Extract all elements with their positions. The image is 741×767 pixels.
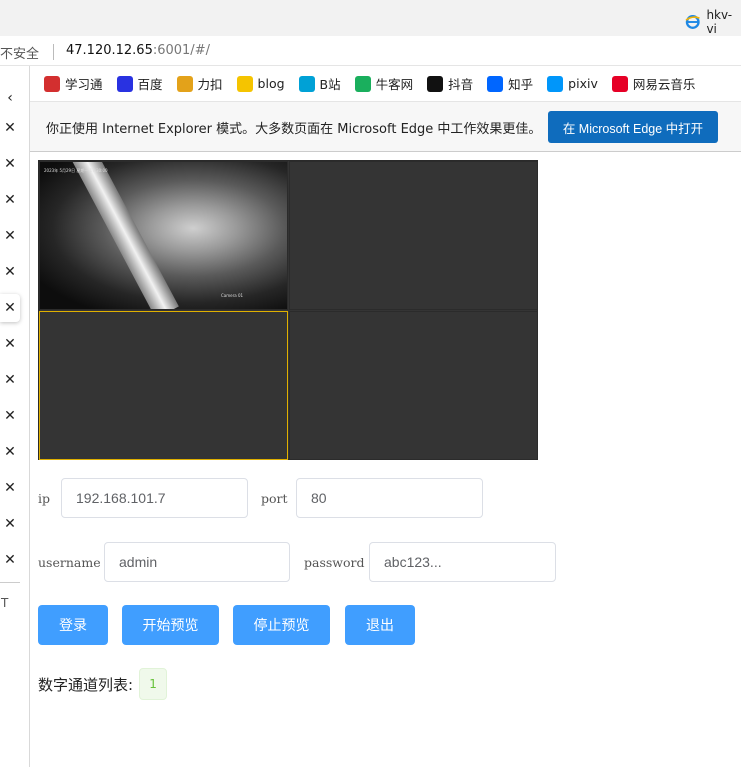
bookmark-label: 百度 (137, 77, 163, 92)
url-path: :6001/#/ (152, 43, 210, 58)
netease-music-icon (611, 75, 628, 92)
password-label: password (304, 554, 365, 570)
video-window-1[interactable]: 2023年 5月29日 星期一 17:30:00 Camera 01 (39, 161, 288, 310)
bookmark-item[interactable]: 百度 (116, 74, 163, 93)
channel-tag[interactable]: 1 (139, 668, 168, 700)
ie-mode-message: 你正使用 Internet Explorer 模式。大多数页面在 Microso… (46, 122, 542, 137)
video-timestamp: 2023年 5月29日 星期一 17:30:00 (44, 168, 108, 173)
tab-title: hkv-vi (706, 8, 733, 36)
port-input[interactable] (296, 478, 483, 518)
connection-row: ip port (38, 478, 483, 518)
open-in-edge-button[interactable]: 在 Microsoft Edge 中打开 (548, 111, 718, 143)
address-bar[interactable]: 不安全 47.120.12.65:6001/#/ (0, 36, 741, 66)
username-label: username (38, 554, 101, 570)
bookmark-item[interactable]: 知乎 (487, 74, 533, 93)
bookmark-item[interactable]: 抖音 (427, 74, 473, 93)
video-grid: 2023年 5月29日 星期一 17:30:00 Camera 01 (38, 160, 538, 460)
close-tab-icon[interactable]: ✕ (0, 402, 20, 430)
stop-preview-button[interactable]: 停止预览 (233, 605, 330, 645)
bookmark-item[interactable]: 网易云音乐 (611, 74, 696, 93)
bookmark-label: pixiv (568, 76, 598, 91)
login-button[interactable]: 登录 (38, 605, 108, 645)
bookmark-item[interactable]: 牛客网 (354, 74, 414, 93)
bookmark-label: 抖音 (448, 77, 474, 92)
pixiv-icon (547, 75, 564, 92)
port-label: port (261, 490, 288, 506)
page-content: 2023年 5月29日 星期一 17:30:00 Camera 01 ip po… (30, 152, 741, 767)
xuexitong-icon (44, 75, 60, 92)
bookmark-label: 力扣 (197, 77, 223, 92)
close-tab-icon[interactable]: ✕ (0, 222, 20, 250)
bookmark-label: 知乎 (508, 77, 534, 92)
channel-list: 数字通道列表: 1 (38, 668, 168, 700)
bookmark-label: 学习通 (65, 77, 103, 92)
ip-input[interactable] (61, 478, 248, 518)
sidebar-divider (0, 582, 20, 583)
close-tab-icon[interactable]: ✕ (0, 330, 20, 358)
close-tab-icon[interactable]: ✕ (0, 366, 20, 394)
video-window-2[interactable] (289, 161, 538, 310)
bookmark-label: 网易云音乐 (632, 77, 696, 92)
nowcoder-icon (354, 75, 371, 92)
bookmark-label: B站 (319, 77, 341, 92)
close-tab-icon[interactable]: ✕ (0, 258, 20, 286)
logout-button[interactable]: 退出 (345, 605, 415, 645)
bookmarks-bar: 学习通 百度 力扣 blog B站 牛客网 抖音 知乎 pixiv 网易云音乐 (30, 66, 741, 102)
zhihu-icon (487, 75, 504, 92)
bookmark-item[interactable]: B站 (298, 74, 341, 93)
channel-list-label: 数字通道列表: (38, 675, 134, 694)
username-input[interactable] (104, 542, 290, 582)
url-host: 47.120.12.65 (66, 43, 153, 58)
url-field[interactable]: 47.120.12.65:6001/#/ (66, 43, 210, 58)
start-preview-button[interactable]: 开始预览 (122, 605, 219, 645)
camera-label: Camera 01 (221, 293, 244, 298)
ie-icon (685, 15, 700, 29)
address-divider (53, 44, 54, 60)
video-window-3[interactable] (39, 311, 288, 460)
password-input[interactable] (369, 542, 556, 582)
bilibili-icon (298, 75, 315, 92)
close-tab-icon[interactable]: ✕ (0, 150, 20, 178)
title-bar: hkv-vi (0, 0, 741, 36)
credentials-row: username password (38, 542, 556, 582)
sidebar-bottom-text: T (1, 596, 9, 610)
bookmark-label: blog (257, 76, 285, 91)
leetcode-icon (176, 75, 193, 92)
bookmark-item[interactable]: pixiv (547, 75, 598, 92)
close-tab-icon[interactable]: ✕ (0, 114, 20, 142)
vertical-tabs-sidebar: ‹ T ✕ ✕ ✕ ✕ ✕ ✕ ✕ ✕ ✕ ✕ ✕ ✕ ✕ (0, 66, 30, 767)
video-window-4[interactable] (289, 311, 538, 460)
sun-icon (236, 75, 253, 92)
bookmark-label: 牛客网 (375, 77, 414, 92)
bookmark-item[interactable]: 力扣 (176, 74, 223, 93)
bookmark-item[interactable]: 学习通 (44, 74, 103, 93)
browser-tab[interactable]: hkv-vi (685, 8, 741, 36)
close-tab-icon[interactable]: ✕ (0, 294, 20, 322)
close-tab-icon[interactable]: ✕ (0, 186, 20, 214)
ip-label: ip (38, 490, 50, 506)
close-tab-icon[interactable]: ✕ (0, 474, 20, 502)
close-tab-icon[interactable]: ✕ (0, 438, 20, 466)
ie-mode-infobar: 你正使用 Internet Explorer 模式。大多数页面在 Microso… (30, 102, 741, 152)
close-tab-icon[interactable]: ✕ (0, 510, 20, 538)
close-tab-icon[interactable]: ✕ (0, 546, 20, 574)
security-label[interactable]: 不安全 (0, 43, 39, 62)
collapse-chevron-icon[interactable]: ‹ (0, 84, 20, 112)
camera-frame-stripe (62, 162, 179, 309)
baidu-paw-icon (116, 75, 133, 92)
douyin-icon (427, 75, 444, 92)
bookmark-item[interactable]: blog (236, 75, 285, 92)
